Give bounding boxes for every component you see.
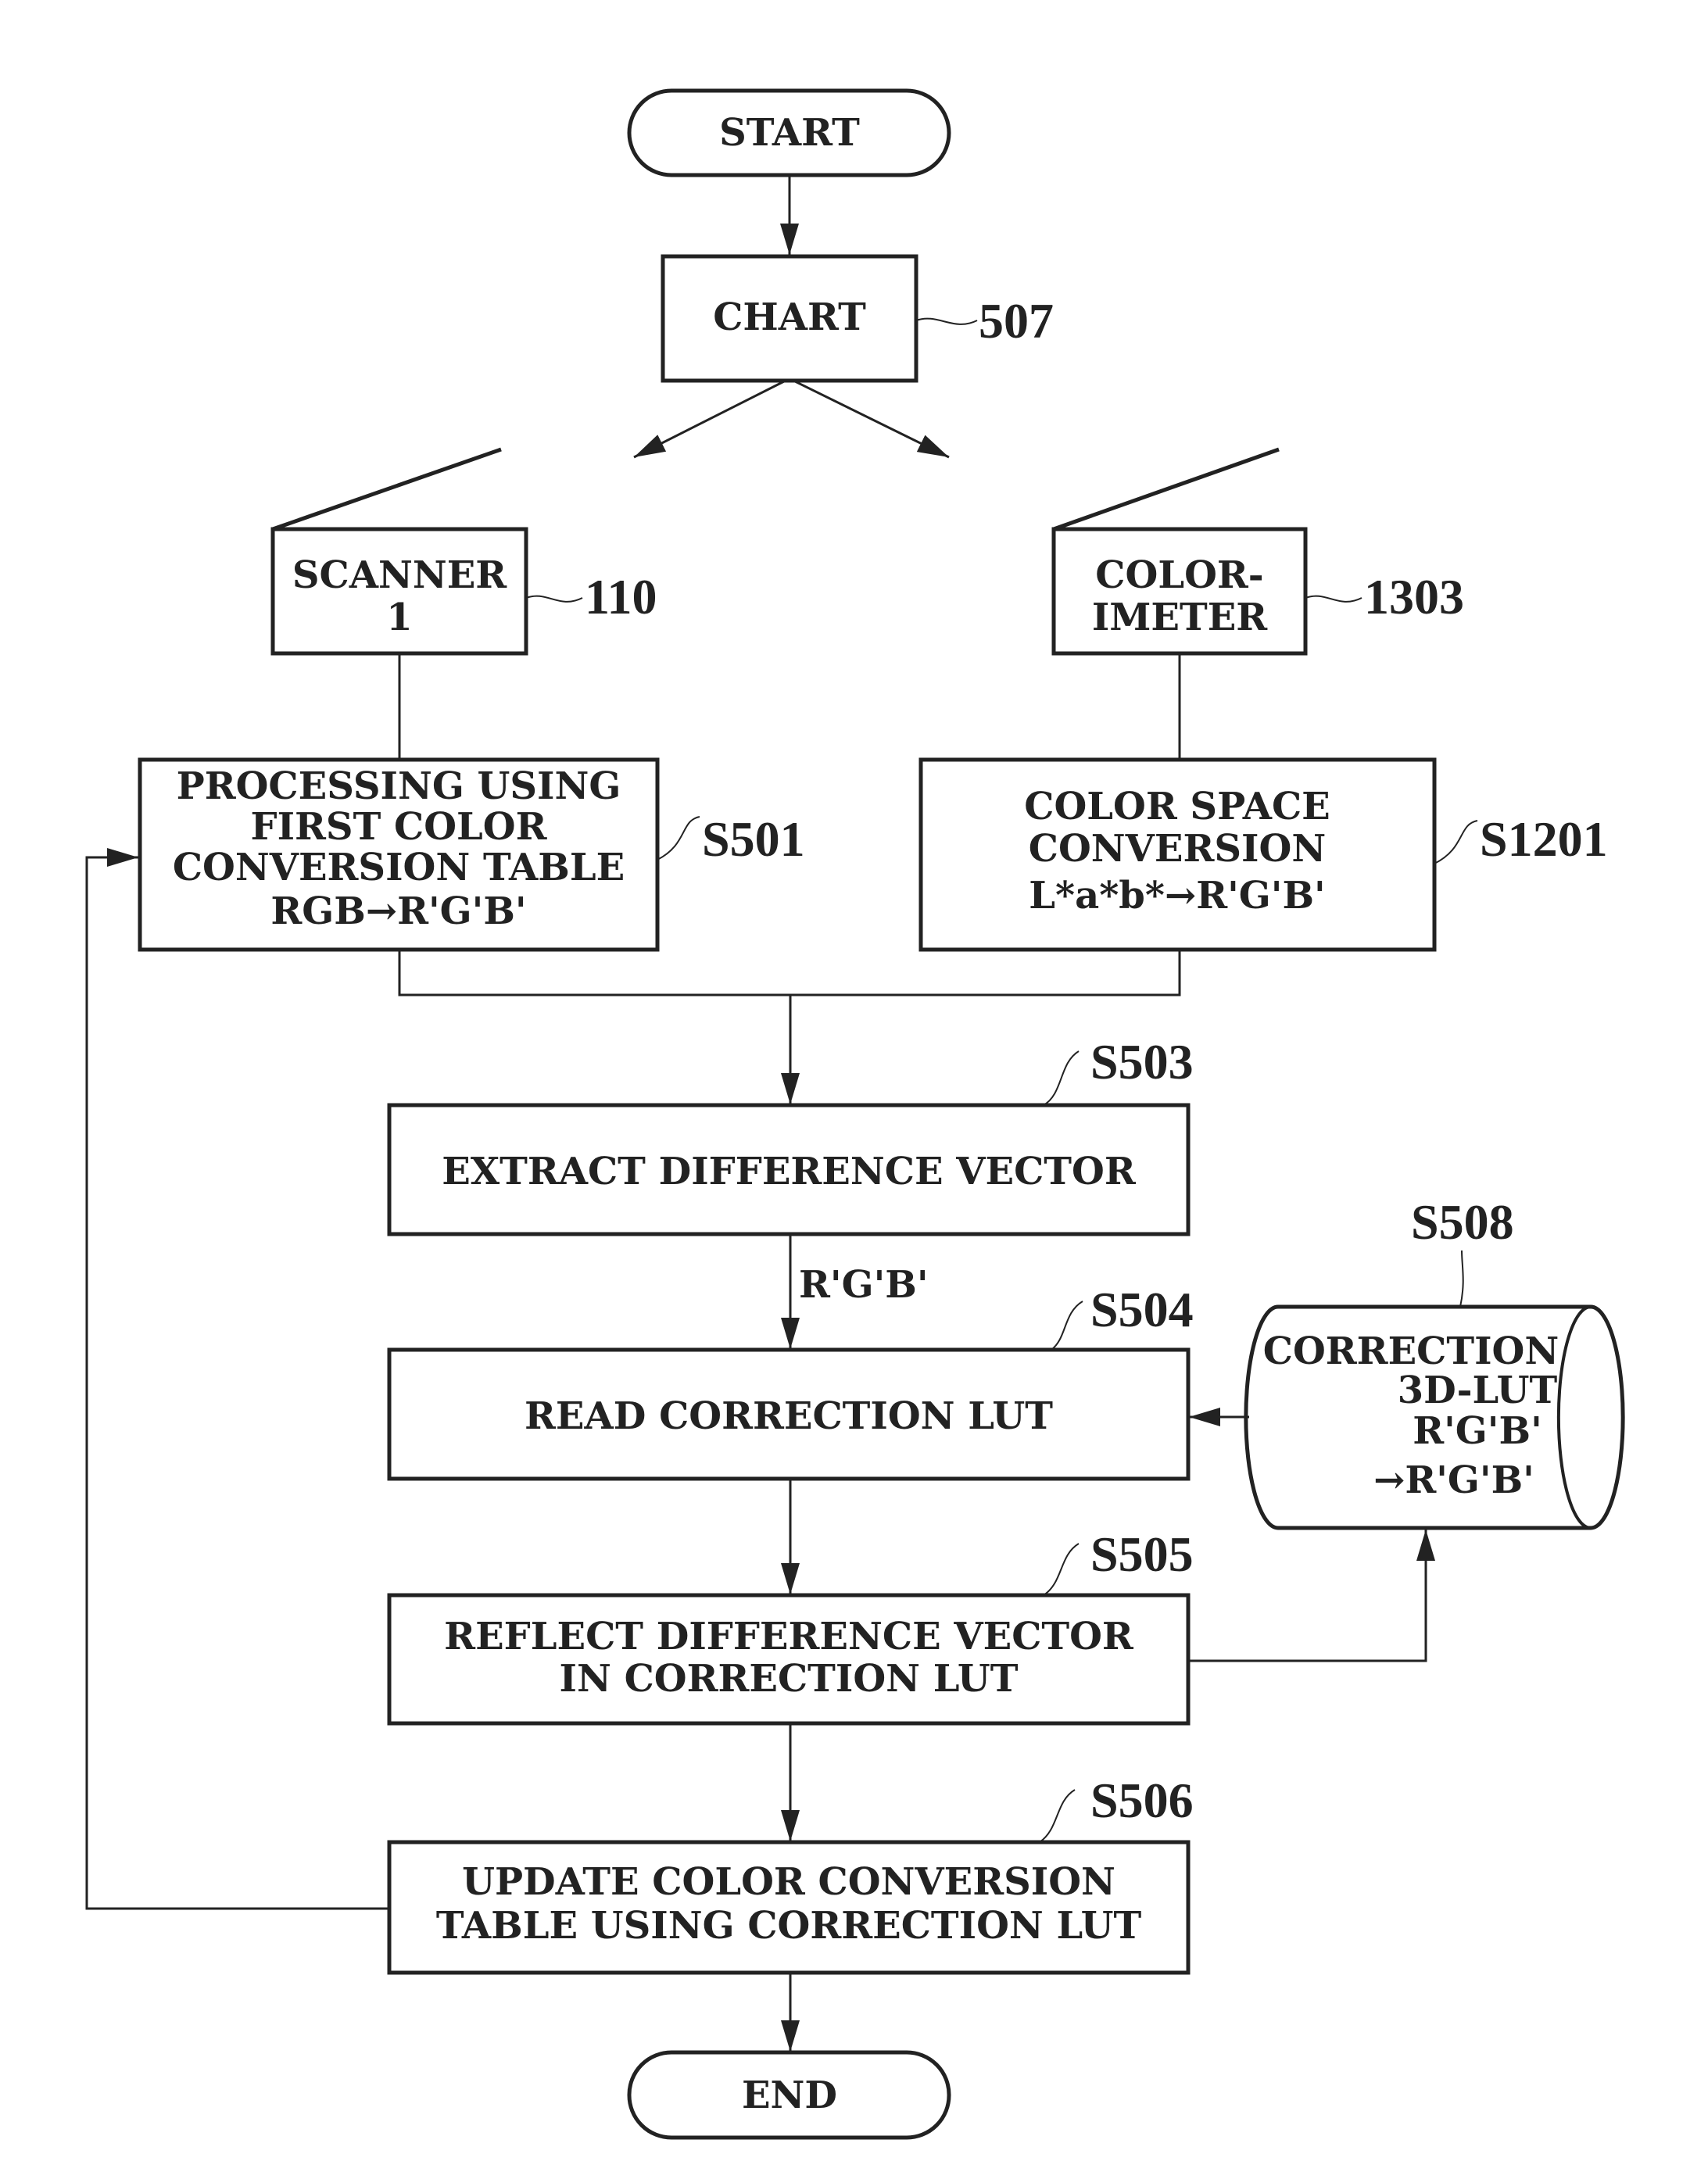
colorimeter-device: COLOR- IMETER 1303	[1051, 447, 1464, 656]
arrow-chart-to-scanner	[633, 379, 786, 459]
s1201-line2: CONVERSION	[1029, 827, 1326, 871]
s501-line2: FIRST COLOR	[251, 805, 548, 849]
ref-s505: S505	[1090, 1526, 1194, 1582]
ref-1303: 1303	[1364, 569, 1464, 624]
s1201-line1: COLOR SPACE	[1024, 785, 1330, 828]
s508-line3: R'G'B'	[1413, 1409, 1542, 1453]
s508-line2: 3D-LUT	[1398, 1369, 1558, 1412]
colorimeter-label-line1: COLOR-	[1095, 553, 1263, 597]
ref-s508: S508	[1411, 1194, 1514, 1250]
ref-leader-s501	[657, 816, 700, 861]
ref-leader-s503	[1043, 1050, 1080, 1106]
ref-leader-1303	[1305, 595, 1362, 603]
s505-line1: REFLECT DIFFERENCE VECTOR	[444, 1615, 1134, 1658]
ref-leader-507	[915, 317, 978, 325]
step-s501: PROCESSING USING FIRST COLOR CONVERSION …	[138, 757, 805, 952]
ref-s501: S501	[702, 811, 805, 867]
s508-line1: CORRECTION	[1263, 1329, 1559, 1373]
ref-507: 507	[979, 293, 1054, 349]
ref-leader-s1201	[1434, 820, 1478, 864]
start-terminal: START	[627, 88, 951, 177]
end-label: END	[742, 2073, 837, 2117]
scanner-lid	[272, 447, 502, 531]
step-s1201: COLOR SPACE CONVERSION L*a*b*→R'G'B' S12…	[918, 757, 1608, 952]
scanner-device: SCANNER 1 110	[270, 447, 657, 656]
start-label: START	[719, 111, 860, 155]
ref-s1201: S1201	[1480, 811, 1608, 867]
ref-leader-s508	[1459, 1250, 1464, 1308]
s508-line4: →R'G'B'	[1373, 1458, 1534, 1502]
arrow-chart-to-colorimeter	[793, 379, 950, 459]
s501-line3: CONVERSION TABLE	[173, 846, 625, 889]
ref-s503: S503	[1090, 1034, 1194, 1090]
chart-label: CHART	[713, 295, 866, 339]
merge-connector	[398, 950, 1181, 996]
database-s508: CORRECTION 3D-LUT R'G'B' →R'G'B' S508	[1244, 1194, 1625, 1530]
scanner-label-line1: SCANNER	[292, 553, 507, 597]
arrow-loop-s506-to-s501	[85, 848, 389, 1910]
colorimeter-lid	[1053, 447, 1280, 531]
s506-line2: TABLE USING CORRECTION LUT	[436, 1904, 1142, 1948]
ref-110: 110	[585, 569, 657, 624]
s506-line1: UPDATE COLOR CONVERSION	[462, 1860, 1115, 1904]
flowchart: START CHART 507 SCANNER 1 110 COLOR- IME…	[85, 88, 1625, 2140]
scanner-label-line2: 1	[386, 596, 412, 639]
ref-leader-s505	[1043, 1543, 1080, 1596]
s504-line1: READ CORRECTION LUT	[525, 1394, 1053, 1438]
s501-line1: PROCESSING USING	[177, 764, 621, 808]
edge-label-rgb: R'G'B'	[799, 1263, 929, 1307]
colorimeter-label-line2: IMETER	[1092, 596, 1268, 639]
end-terminal: END	[627, 2050, 951, 2140]
ref-s506: S506	[1090, 1773, 1194, 1828]
s1201-line3: L*a*b*→R'G'B'	[1029, 874, 1325, 918]
ref-leader-s504	[1051, 1301, 1083, 1351]
arrow-s505-to-s508	[1188, 1530, 1435, 1662]
s503-line1: EXTRACT DIFFERENCE VECTOR	[442, 1150, 1137, 1193]
chart-box: CHART 507	[661, 254, 1054, 383]
ref-leader-110	[525, 595, 583, 603]
ref-leader-s506	[1039, 1789, 1076, 1843]
s501-line4: RGB→R'G'B'	[270, 889, 526, 933]
ref-s504: S504	[1090, 1282, 1194, 1337]
s505-line2: IN CORRECTION LUT	[560, 1657, 1019, 1701]
